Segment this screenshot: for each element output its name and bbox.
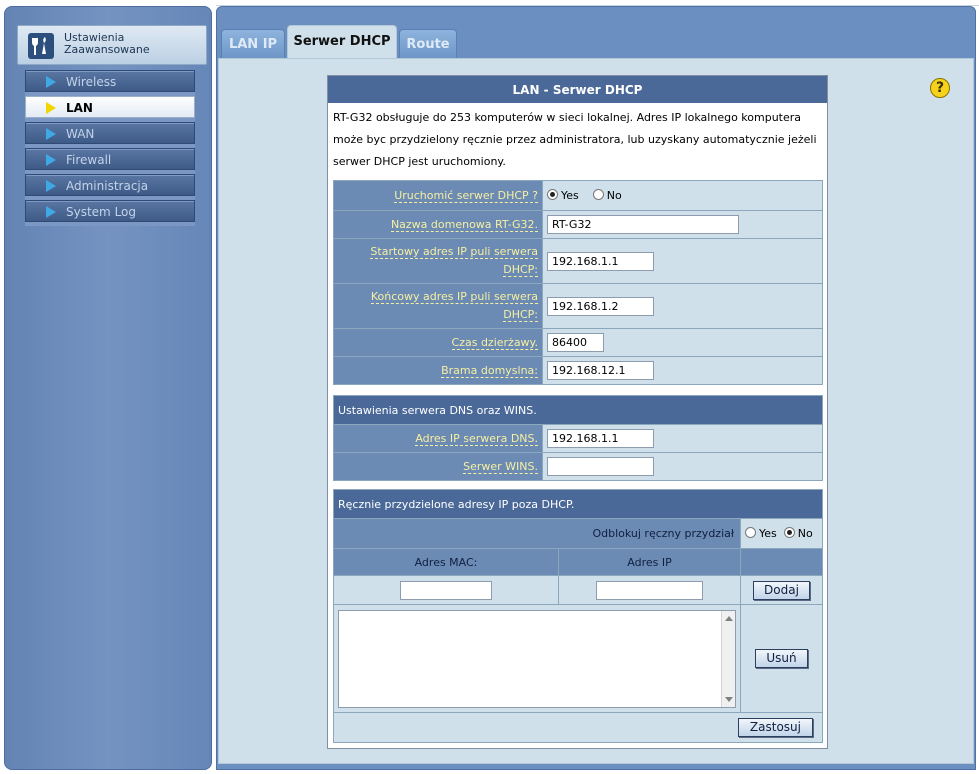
start-ip-input[interactable] [547,251,654,271]
mac-column-header: Adres MAC: [333,548,559,576]
tab-lan-ip[interactable]: LAN IP [221,29,285,59]
sidebar-title-line2: Zaawansowane [64,43,150,56]
sidebar-item-label: WAN [66,127,95,141]
manual-unlock-yes-label: Yes [759,527,777,540]
arrow-right-icon [46,180,56,192]
tab-route[interactable]: Route [399,29,457,59]
manual-assign-table: Ręcznie przydzielone adresy IP poza DHCP… [333,489,823,743]
arrow-right-icon [46,128,56,140]
dhcp-enable-label: Uruchomić serwer DHCP ? [333,180,543,211]
wins-label: Serwer WINS. [333,452,543,481]
lease-time-label: Czas dzierżawy. [333,328,543,357]
sidebar-item-wan[interactable]: WAN [25,122,195,144]
sidebar-item-firewall[interactable]: Firewall [25,148,195,170]
dns-ip-input[interactable] [547,429,654,448]
sidebar: Ustawienia Zaawansowane Wireless LAN WAN… [4,6,212,770]
end-ip-input[interactable] [547,296,654,316]
sidebar-item-label: Wireless [66,75,117,89]
panel-title: LAN - Serwer DHCP [328,76,827,103]
lease-time-input[interactable] [547,333,604,352]
radio-icon[interactable] [547,189,558,200]
end-ip-label: Końcowy adres IP puli serwera DHCP: [333,283,543,329]
sidebar-item-label: Firewall [66,153,112,167]
action-column-header [740,548,823,576]
dhcp-panel: LAN - Serwer DHCP RT-G32 obsługuje do 25… [327,75,828,749]
manual-unlock-label: Odblokuj ręczny przydział [333,518,741,549]
assigned-list[interactable] [338,609,736,708]
tab-serwer-dhcp[interactable]: Serwer DHCP [287,25,397,59]
dhcp-enable-yes-label: Yes [561,189,579,202]
dhcp-settings-table: Uruchomić serwer DHCP ? Yes No Nazwa dom… [333,180,823,385]
wins-input[interactable] [547,457,654,476]
sidebar-menu: Wireless LAN WAN Firewall Administracja … [25,70,195,226]
manual-unlock-cell: Yes No [740,518,823,549]
sidebar-item-system-log[interactable]: System Log [25,200,195,222]
dns-ip-label: Adres IP serwera DNS. [333,424,543,453]
remove-button[interactable]: Usuń [755,649,808,668]
scroll-up-icon[interactable] [725,615,733,621]
sidebar-item-label: Administracja [66,179,149,193]
help-icon[interactable]: ? [930,78,950,98]
scroll-down-icon[interactable] [725,696,733,702]
arrow-right-icon [46,102,56,114]
ip-address-input[interactable] [596,580,703,600]
dns-settings-table: Ustawienia serwera DNS oraz WINS. Adres … [333,395,823,481]
sidebar-item-label: LAN [66,101,93,115]
radio-icon[interactable] [745,527,756,538]
manual-section-title: Ręcznie przydzielone adresy IP poza DHCP… [333,489,823,519]
dhcp-enable-cell: Yes No [542,180,823,211]
start-ip-label: Startowy adres IP puli serwera DHCP: [333,238,543,284]
manual-unlock-yes[interactable]: Yes [745,527,777,540]
dhcp-enable-yes[interactable]: Yes [547,189,579,202]
arrow-right-icon [46,154,56,166]
sidebar-item-wireless[interactable]: Wireless [25,70,195,92]
sidebar-item-label: System Log [66,205,136,219]
domain-name-label: Nazwa domenowa RT-G32. [333,210,543,239]
ip-column-header: Adres IP [558,548,741,576]
add-button[interactable]: Dodaj [753,580,810,600]
arrow-right-icon [46,76,56,88]
gateway-input[interactable] [547,361,654,380]
sidebar-title: Ustawienia Zaawansowane [64,32,194,56]
dhcp-enable-no-label: No [606,189,622,202]
manual-unlock-no-label: No [797,527,813,540]
radio-icon[interactable] [783,527,795,538]
radio-icon[interactable] [592,189,604,200]
tools-icon [28,33,54,59]
manual-unlock-no[interactable]: No [783,527,813,540]
apply-button[interactable]: Zastosuj [737,718,813,737]
arrow-right-icon [46,206,56,218]
sidebar-item-administracja[interactable]: Administracja [25,174,195,196]
gateway-label: Brama domyslna: [333,356,543,385]
sidebar-header: Ustawienia Zaawansowane [17,25,207,65]
assigned-list-scrollbar[interactable] [721,610,735,707]
dhcp-enable-no[interactable]: No [592,189,622,202]
dns-section-title: Ustawienia serwera DNS oraz WINS. [333,395,823,425]
mac-address-input[interactable] [400,580,492,600]
panel-description: RT-G32 obsługuje do 253 komputerów w sie… [333,111,817,168]
domain-name-input[interactable] [547,215,739,234]
sidebar-item-lan[interactable]: LAN [25,96,195,118]
